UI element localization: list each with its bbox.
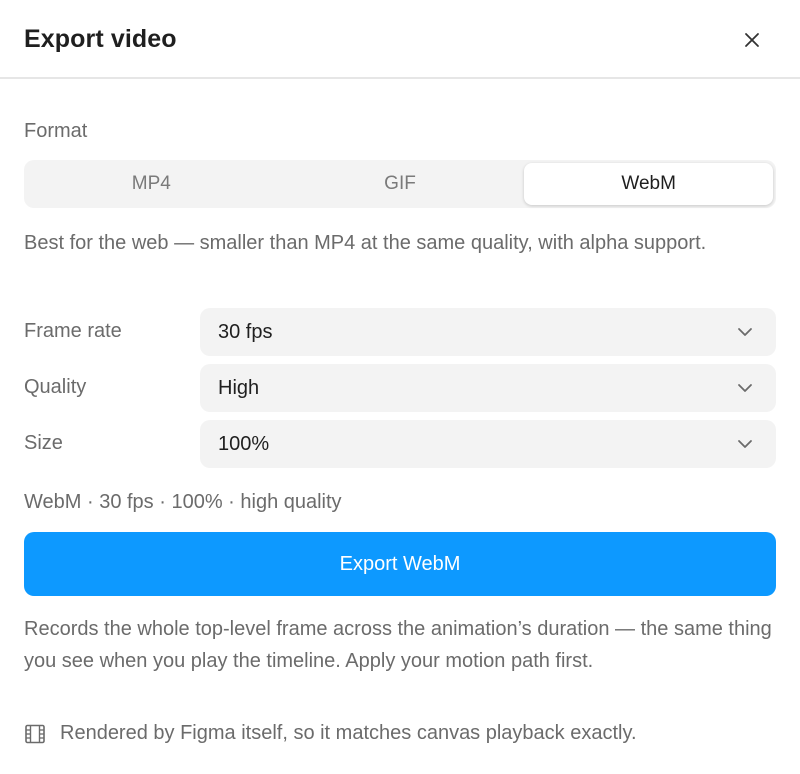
format-option-gif[interactable]: GIF <box>276 163 525 205</box>
chevron-down-icon <box>738 384 752 392</box>
format-option-webm[interactable]: WebM <box>524 163 774 205</box>
footer-text: Rendered by Figma itself, so it matches … <box>60 722 637 744</box>
quality-value: High <box>218 376 260 399</box>
frame-rate-value: 30 fps <box>218 320 273 343</box>
close-icon <box>745 33 759 47</box>
dialog-header: Export video <box>0 0 800 79</box>
format-description: Best for the web — smaller than MP4 at t… <box>24 232 707 254</box>
quality-label: Quality <box>24 376 87 398</box>
quality-select[interactable]: High <box>200 364 776 412</box>
frame-rate-select[interactable]: 30 fps <box>200 308 776 356</box>
size-value: 100% <box>218 432 270 455</box>
export-note: Records the whole top-level frame across… <box>24 618 772 672</box>
format-segmented-control: MP4 GIF WebM <box>24 160 776 208</box>
size-label: Size <box>24 432 63 454</box>
frame-rate-label: Frame rate <box>24 320 122 342</box>
close-button[interactable] <box>736 24 768 56</box>
film-icon <box>25 724 45 743</box>
chevron-down-icon <box>738 440 752 448</box>
chevron-down-icon <box>738 328 752 336</box>
export-button[interactable]: Export WebM <box>24 532 776 596</box>
size-select[interactable]: 100% <box>200 420 776 468</box>
render-footer: Rendered by Figma itself, so it matches … <box>24 722 637 745</box>
export-summary: WebM · 30 fps · 100% · high quality <box>24 491 342 513</box>
format-label: Format <box>24 120 88 142</box>
format-option-mp4[interactable]: MP4 <box>27 163 276 205</box>
dialog-title: Export video <box>24 25 177 53</box>
